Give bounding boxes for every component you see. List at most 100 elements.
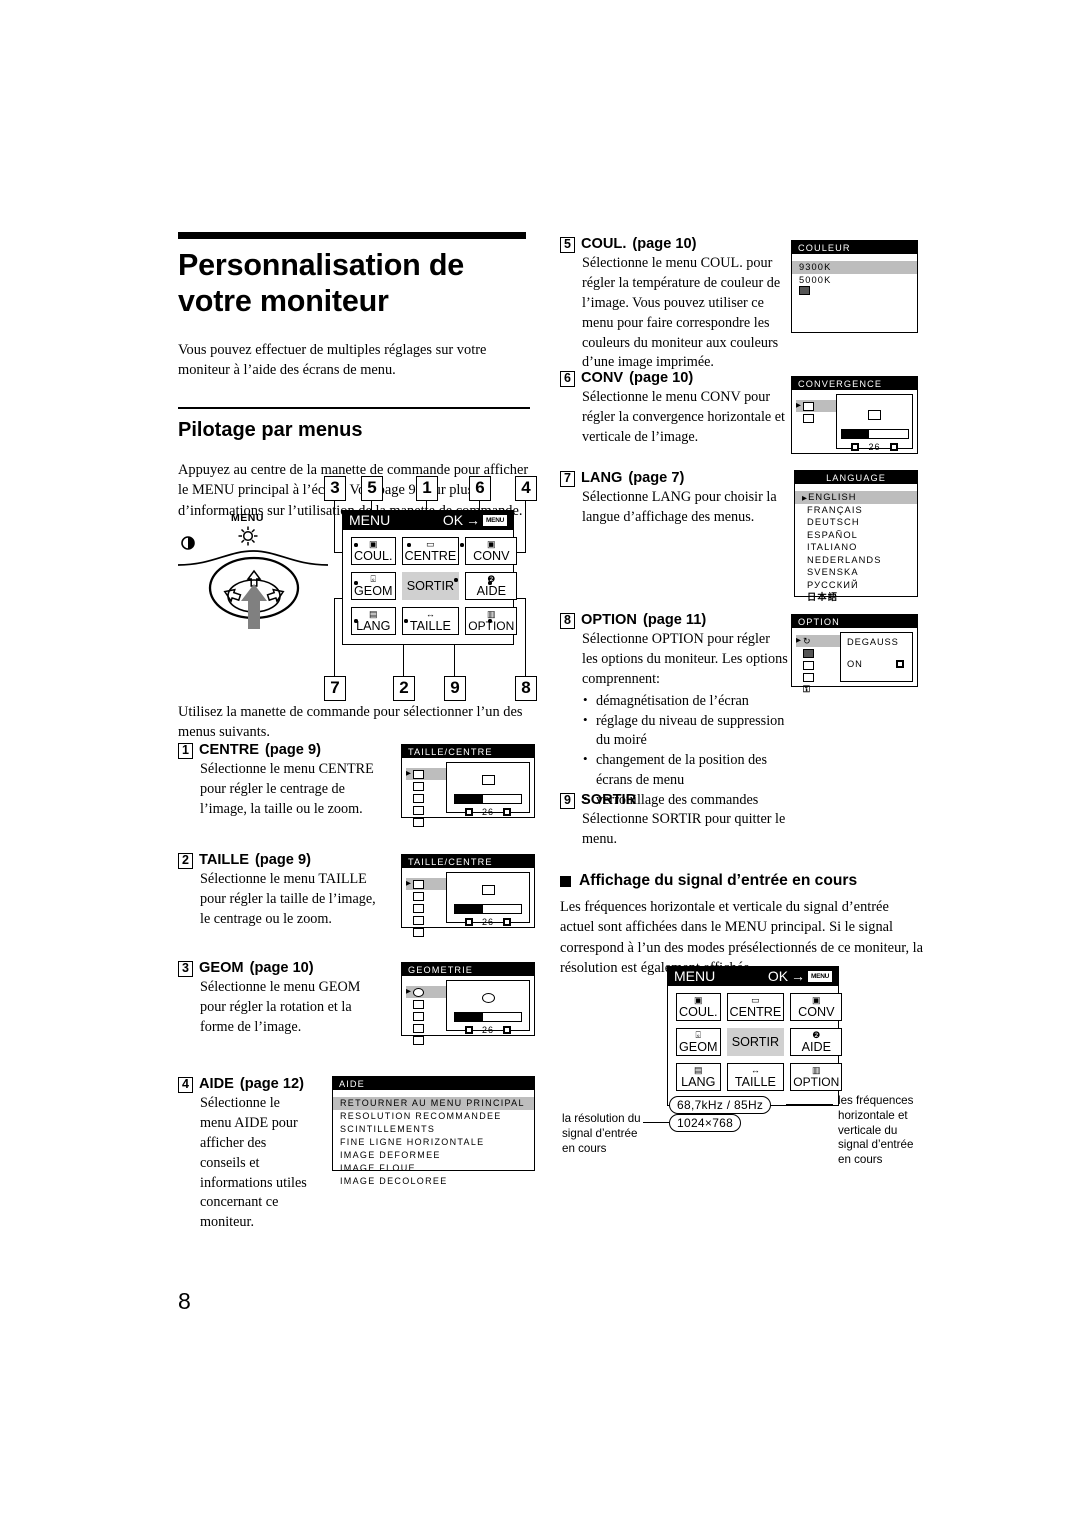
item-lang: 7 LANG (page 7) Sélectionne LANG pour ch… (560, 470, 800, 528)
menu-cell-geom[interactable]: ⌺ GEOM (351, 572, 396, 600)
menu-cell-conv[interactable]: ▣ CONV (465, 537, 518, 565)
rail-row[interactable]: ⚿ (796, 683, 830, 695)
osd-convergence: CONVERGENCE ▶▼ 26 (791, 376, 918, 454)
rail-row[interactable] (406, 792, 440, 804)
caret-right-icon: ▶ (406, 879, 411, 887)
osd-title: COULEUR (792, 241, 917, 254)
language-row[interactable]: ITALIANO (795, 541, 917, 554)
menu-position-v-icon (803, 672, 814, 682)
signal-menu-screen: MENU OK → MENU ▣ COUL. ▭ CENTRE ▣ CONV ⌺ GEO… (667, 966, 843, 1106)
increase-button[interactable] (503, 1026, 511, 1034)
menu-cell-aide[interactable]: ❷ AIDE (465, 572, 518, 600)
menu-cell-option[interactable]: ▥ OPTION (790, 1063, 843, 1091)
item-conv: 6 CONV (page 10) Sélectionne le menu CON… (560, 370, 800, 448)
rail-row[interactable] (406, 914, 440, 926)
decrease-button[interactable] (464, 918, 473, 926)
menu-cell-sortir[interactable]: SORTIR (401, 572, 460, 600)
language-row[interactable]: FRANÇAIS (795, 504, 917, 517)
rail-row[interactable] (796, 671, 830, 683)
vcentre-icon (413, 915, 424, 925)
help-row[interactable]: IMAGE FLOUE (333, 1162, 534, 1175)
value-bar[interactable] (454, 1012, 522, 1022)
rail-row[interactable] (796, 412, 830, 424)
language-row[interactable]: DEUTSCH (795, 516, 917, 529)
rail-row[interactable] (406, 1010, 440, 1022)
value-bar[interactable] (454, 904, 522, 914)
value-bar[interactable] (840, 429, 909, 439)
decrease-button[interactable] (851, 443, 860, 451)
language-row[interactable]: 日本語 (795, 591, 917, 604)
help-row[interactable]: IMAGE DEFORMEE (333, 1149, 534, 1162)
joystick-svg (177, 526, 329, 629)
menu-cell-centre[interactable]: ▭ CENTRE (726, 993, 785, 1021)
color-temp-row-custom[interactable] (792, 286, 917, 299)
document-page: Personnalisation de votre moniteur Vous … (0, 0, 1080, 1528)
help-row[interactable]: IMAGE DECOLOREE (333, 1175, 534, 1188)
osd-icon-rail: ▶▼ (796, 400, 866, 424)
rail-row[interactable] (406, 998, 440, 1010)
increase-button[interactable] (503, 808, 511, 816)
value-bar[interactable] (454, 794, 522, 804)
option-bullet: réglage du niveau de suppression du moir… (583, 711, 792, 752)
rail-row[interactable] (406, 926, 440, 938)
language-row[interactable]: SVENSKA (795, 566, 917, 579)
leader-line-right (786, 1104, 833, 1106)
menu-title: MENU (349, 512, 391, 528)
item-number: 1 (178, 743, 193, 759)
menu-cell-lang[interactable]: ▤ LANG (676, 1063, 721, 1091)
custom-color-icon (799, 286, 810, 295)
increase-button[interactable] (503, 918, 511, 926)
language-row[interactable]: РУССКИЙ (795, 579, 917, 592)
rail-row[interactable] (406, 1022, 440, 1034)
menu-cell-sortir[interactable]: SORTIR (726, 1028, 785, 1056)
color-temp-row[interactable]: 9300K (792, 261, 917, 274)
language-row[interactable]: ESPAÑOL (795, 529, 917, 542)
menu-cell-aide[interactable]: ❷ AIDE (790, 1028, 843, 1056)
menu-cell-taille[interactable]: ↔ TAILLE (726, 1063, 785, 1091)
item-number: 4 (178, 1077, 193, 1093)
rail-row[interactable] (406, 1034, 440, 1046)
item-name: GEOM (199, 960, 244, 976)
pincushion-icon (413, 999, 424, 1009)
menu-cell-label: CONV (473, 549, 510, 563)
menu-cell-centre[interactable]: ▭ CENTRE (401, 537, 460, 565)
degauss-toggle-button[interactable] (896, 660, 904, 668)
menu-cell-label: TAILLE (734, 1075, 776, 1089)
caret-right-icon: ▶ (406, 769, 411, 777)
menu-cell-coul[interactable]: ▣ COUL. (351, 537, 396, 565)
help-row[interactable]: SCINTILLEMENTS (333, 1123, 534, 1136)
rail-row[interactable] (406, 816, 440, 828)
menu-cell-coul[interactable]: ▣ COUL. (676, 993, 721, 1021)
color-temp-row[interactable]: 5000K (792, 274, 917, 287)
centre-icon (447, 772, 529, 790)
rail-row[interactable] (406, 804, 440, 816)
help-row[interactable]: RETOURNER AU MENU PRINCIPAL (333, 1097, 534, 1110)
help-row[interactable]: FINE LIGNE HORIZONTALE (333, 1136, 534, 1149)
caret-right-icon: ▶ (796, 401, 801, 409)
osd-taille-centre-1: TAILLE/CENTRE ▶▼ 26 (401, 744, 535, 827)
increase-button[interactable] (889, 443, 898, 451)
menu-cell-lang[interactable]: ▤ LANG (351, 607, 396, 635)
rail-row[interactable] (406, 780, 440, 792)
rail-row[interactable] (406, 902, 440, 914)
item-coul: 5 COUL. (page 10) Sélectionne le menu CO… (560, 236, 800, 373)
menu-ok-hint: OK → MENU (768, 968, 832, 984)
frequency-readout: 68,7kHz / 85Hz (669, 1096, 772, 1114)
help-row[interactable]: RESOLUTION RECOMMANDEE (333, 1110, 534, 1123)
item-text: Sélectionne le menu AIDE pour afficher d… (200, 1095, 307, 1231)
rail-row[interactable] (406, 890, 440, 902)
menu-cell-geom[interactable]: ⌺ GEOM (676, 1028, 721, 1056)
menu-cell-conv[interactable]: ▣ CONV (790, 993, 843, 1021)
decrease-button[interactable] (464, 808, 473, 816)
language-row[interactable]: NEDERLANDS (795, 554, 917, 567)
osd-body: ▶▼ 26 (402, 758, 534, 827)
rail-row[interactable] (796, 647, 830, 659)
item-name: CENTRE (199, 742, 259, 758)
decrease-button[interactable] (464, 1026, 473, 1034)
menu-title-bar: MENU OK → MENU (342, 510, 514, 530)
item-number: 8 (560, 613, 575, 629)
item-text: Sélectionne le menu CONV pour régler la … (582, 389, 785, 445)
rail-row[interactable] (796, 659, 830, 671)
language-row[interactable]: ▶ENGLISH (795, 491, 917, 504)
menu-cell-taille[interactable]: ↔ TAILLE (401, 607, 460, 635)
